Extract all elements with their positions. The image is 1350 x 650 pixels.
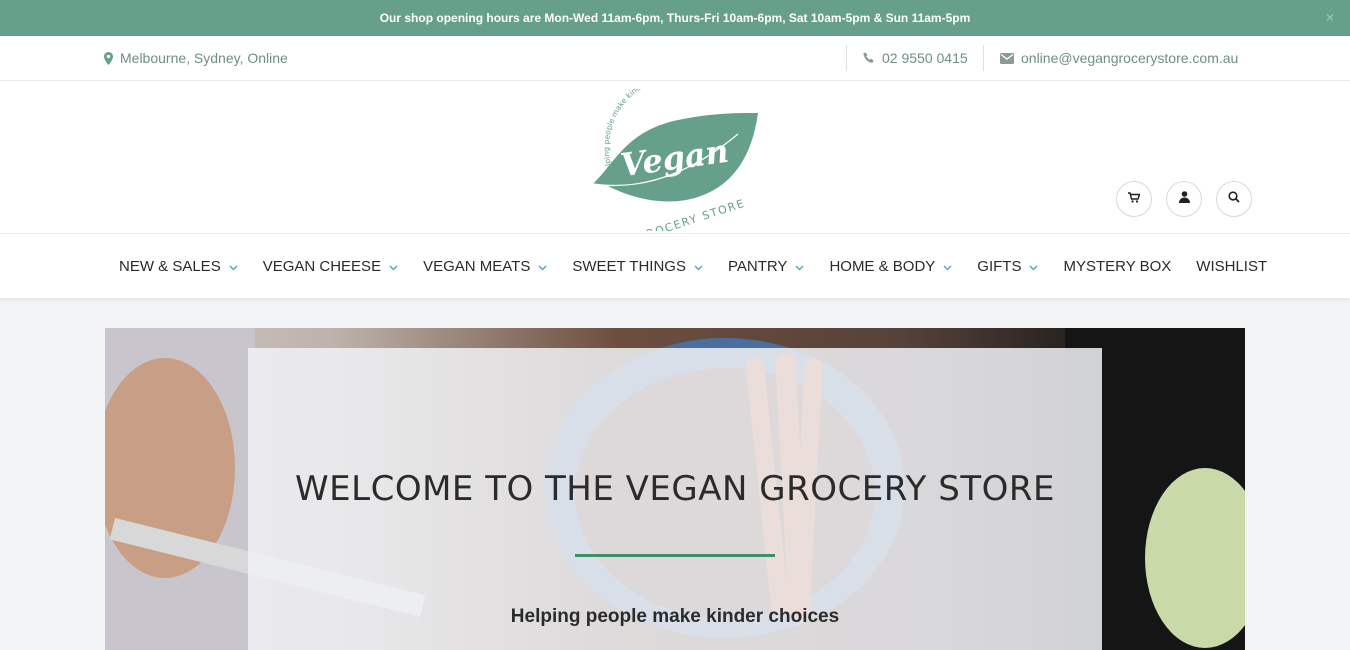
nav-item-vegan-meats[interactable]: VEGAN MEATS: [423, 258, 547, 275]
nav-item-label: WISHLIST: [1196, 258, 1268, 275]
nav-item-label: VEGAN CHEESE: [262, 258, 382, 275]
nav-item-label: HOME & BODY: [829, 258, 936, 275]
hero-title: WELCOME TO THE VEGAN GROCERY STORE: [295, 469, 1055, 509]
nav-item-vegan-cheese[interactable]: VEGAN CHEESE: [263, 258, 398, 275]
hero-divider: [575, 554, 775, 557]
account-button[interactable]: [1166, 181, 1202, 217]
nav-item-label: SWEET THINGS: [572, 258, 686, 275]
nav-item-label: MYSTERY BOX: [1063, 258, 1172, 275]
close-icon[interactable]: ×: [1326, 9, 1334, 25]
location-info: Melbourne, Sydney, Online: [104, 50, 288, 66]
nav-item-label: GIFTS: [977, 258, 1022, 275]
search-icon: [1228, 190, 1240, 208]
chevron-down-icon: [389, 258, 398, 275]
chevron-down-icon: [1029, 258, 1038, 275]
chevron-down-icon: [229, 258, 238, 275]
cart-button[interactable]: [1116, 181, 1152, 217]
search-button[interactable]: [1216, 181, 1252, 217]
envelope-icon: [1000, 52, 1014, 64]
main-navigation: NEW & SALES VEGAN CHEESE VEGAN MEATS SWEET …: [0, 233, 1350, 298]
chevron-down-icon: [538, 258, 547, 275]
email-text: online@vegangrocerystore.com.au: [1021, 50, 1239, 66]
nav-item-label: NEW & SALES: [119, 258, 221, 275]
site-header: Helping people make kinder choices Vegan…: [0, 81, 1350, 233]
announcement-text: Our shop opening hours are Mon-Wed 11am-…: [379, 11, 971, 25]
nav-item-label: VEGAN MEATS: [423, 258, 531, 275]
nav-item-sweet-things[interactable]: SWEET THINGS: [572, 258, 703, 275]
nav-item-home-body[interactable]: HOME & BODY: [829, 258, 952, 275]
chevron-down-icon: [943, 258, 952, 275]
hero-tagline: Helping people make kinder choices: [510, 606, 840, 627]
nav-item-gifts[interactable]: GIFTS: [977, 258, 1038, 275]
vegan-grocery-store-logo[interactable]: Helping people make kinder choices Vegan…: [588, 89, 764, 231]
cart-icon: [1128, 190, 1141, 208]
nav-item-label: PANTRY: [727, 258, 788, 275]
phone-info[interactable]: 02 9550 0415: [846, 45, 968, 71]
logo-sub-text: GROCERY STORE: [635, 197, 747, 231]
email-info[interactable]: online@vegangrocerystore.com.au: [983, 45, 1238, 71]
chevron-down-icon: [795, 258, 804, 275]
nav-list: NEW & SALES VEGAN CHEESE VEGAN MEATS SWEET …: [119, 234, 1292, 299]
hero-banner: WELCOME TO THE VEGAN GROCERY STORE Helpi…: [105, 328, 1245, 650]
nav-item-wishlist[interactable]: WISHLIST: [1196, 258, 1267, 275]
phone-icon: [863, 52, 875, 64]
hero-panel: WELCOME TO THE VEGAN GROCERY STORE Helpi…: [248, 348, 1102, 650]
map-marker-icon: [104, 51, 113, 65]
announcement-bar: Our shop opening hours are Mon-Wed 11am-…: [0, 0, 1350, 36]
contact-bar: Melbourne, Sydney, Online 02 9550 0415 o…: [0, 36, 1350, 81]
nav-item-mystery-box[interactable]: MYSTERY BOX: [1063, 258, 1171, 275]
user-icon: [1178, 190, 1190, 208]
nav-item-new-sales[interactable]: NEW & SALES: [119, 258, 238, 275]
location-text: Melbourne, Sydney, Online: [120, 50, 288, 66]
nav-item-pantry[interactable]: PANTRY: [728, 258, 804, 275]
chevron-down-icon: [694, 258, 703, 275]
phone-text: 02 9550 0415: [882, 50, 968, 66]
